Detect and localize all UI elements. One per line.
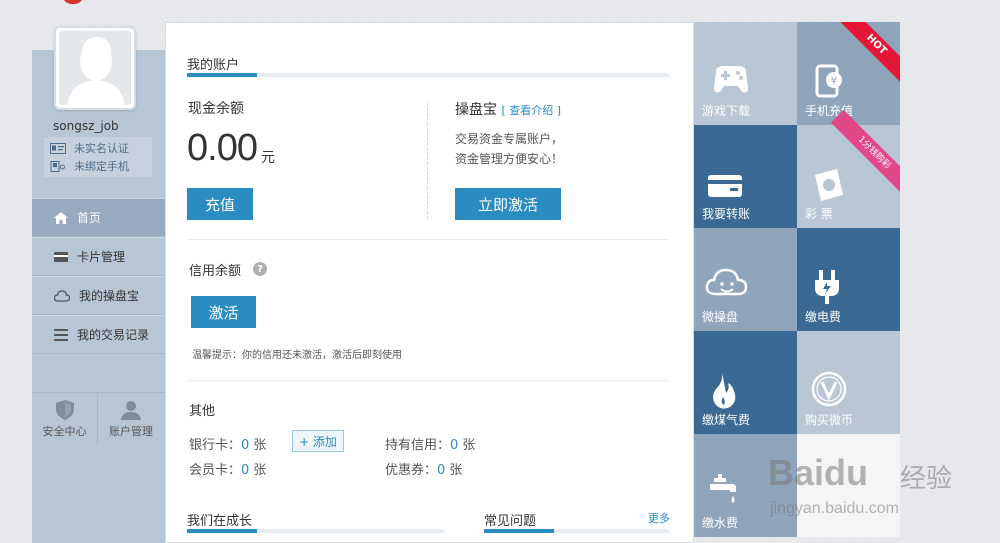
sidebar-nav: 首页 卡片管理 我的操盘宝 我的交易记录 [32,198,165,354]
sidebar-quick-links: 安全中心 账户管理 [32,392,165,445]
top-logo-fragment [62,0,84,4]
tile-label: 我要转账 [702,207,751,221]
member-card-label: 会员卡： [189,463,242,478]
recharge-button[interactable]: 充值 [187,188,253,220]
profile-card: songsz_job 未实名认证 未绑定手机 [32,26,165,199]
card-icon [54,251,68,262]
bank-card-unit: 张 [249,438,267,453]
help-icon[interactable]: ? [253,262,267,276]
default-avatar-icon [67,37,125,105]
tile-buy-micro-coin[interactable]: 购买微币 [797,331,900,434]
security-center-link[interactable]: 安全中心 [32,393,98,445]
activate-button[interactable]: 激活 [191,296,256,328]
tile-gas[interactable]: 缴煤气费 [694,331,797,434]
tile-label: 缴煤气费 [702,413,751,427]
member-card-row: 会员卡：0 张 [189,459,266,478]
shield-icon [55,399,74,420]
avatar[interactable] [54,26,136,110]
sidebar-item-label: 卡片管理 [77,250,126,264]
tile-micro-trade[interactable]: 微操盘 [694,228,797,331]
watermark-brand: Baidu [768,452,868,494]
sidebar-item-card-management[interactable]: 卡片管理 [32,237,165,276]
home-icon [54,211,68,224]
account-column-divider [427,103,428,219]
real-name-status[interactable]: 未实名认证 [50,140,129,156]
section-divider [187,239,669,240]
cloud-icon [54,289,70,302]
credit-balance-label: 信用余额 [189,264,242,279]
list-icon [54,328,68,341]
add-bank-card-button[interactable]: + 添加 [292,430,344,452]
section-divider [187,380,669,381]
activate-now-button[interactable]: 立即激活 [455,188,561,220]
credit-tip: 温馨提示：你的信用还未激活，激活后即刻使用 [192,350,402,361]
watermark-brand-bai: Bai [768,452,825,493]
sidebar-item-trade-records[interactable]: 我的交易记录 [32,315,165,354]
member-card-unit: 张 [249,463,267,478]
account-section-title: 我的账户 [187,58,240,73]
bank-card-label: 银行卡： [189,438,242,453]
svg-text:¥: ¥ [831,76,837,87]
tile-transfer[interactable]: 我要转账 [694,125,797,228]
tile-label: 彩 票 [805,207,833,221]
other-section-title: 其他 [189,404,216,419]
coupon-label: 优惠券： [385,463,438,478]
real-name-label: 未实名认证 [74,142,129,155]
watermark-brand-cn: 经验 [900,463,953,493]
growing-title-underline [187,529,444,533]
id-card-icon [50,142,66,154]
caopanbao-title: 操盘宝 [455,102,497,118]
faq-title-underline [484,529,669,533]
coupon-unit: 张 [445,463,463,478]
sidebar-item-label: 我的交易记录 [77,328,150,342]
main-panel: 我的账户 现金余额 0.00 元 充值 操盘宝 [ 查看介绍 ] 交易资金专属账… [165,22,694,543]
caopanbao-block: 操盘宝 [ 查看介绍 ] [455,99,561,119]
tile-label: 购买微币 [805,413,854,427]
sidebar-item-home[interactable]: 首页 [32,198,165,237]
tile-label: 游戏下载 [702,104,751,118]
sidebar-item-label: 我的操盘宝 [79,289,140,303]
sidebar-item-caopanbao[interactable]: 我的操盘宝 [32,276,165,315]
user-icon [121,400,141,420]
tile-label: 缴水费 [702,516,739,530]
sidebar-item-label: 首页 [77,211,102,225]
tile-game-download[interactable]: 游戏下载 [694,22,797,125]
watermark-url: jingyan.baidu.com [770,500,899,517]
cash-balance-unit: 元 [261,150,275,166]
tile-label: 微操盘 [702,310,739,324]
account-management-label: 账户管理 [109,424,153,438]
phone-bind-label: 未绑定手机 [74,160,129,173]
baidu-jingyan-watermark: Baidu 经验 jingyan.baidu.com [760,448,1000,543]
caopanbao-description: 交易资金专属账户， 资金管理方便安心！ [455,129,563,169]
bank-card-row: 银行卡：0 张 [189,434,266,453]
phone-bind-status[interactable]: 未绑定手机 [50,158,129,174]
caopanbao-desc-line-1: 交易资金专属账户， [455,132,564,146]
faq-more-link[interactable]: 更多 [648,510,670,526]
credit-held-unit: 张 [458,438,476,453]
account-management-link[interactable]: 账户管理 [98,393,164,445]
tile-electricity[interactable]: 缴电费 [797,228,900,331]
credit-held-label: 持有信用： [385,438,451,453]
username: songsz_job [53,119,119,133]
tile-mobile-recharge[interactable]: ¥ 手机充值 [797,22,900,125]
security-center-label: 安全中心 [42,424,87,438]
caopanbao-desc-line-2: 资金管理方便安心！ [455,152,564,166]
tile-label: 缴电费 [805,310,842,324]
credit-held-row: 持有信用：0 张 [385,434,475,453]
growing-section-title: 我们在成长 [187,514,253,529]
cash-balance-label: 现金余额 [188,101,244,117]
coupon-row: 优惠券：0 张 [385,459,462,478]
phone-bind-icon [50,160,66,172]
account-title-underline [187,73,669,77]
watermark-brand-du: du [824,452,869,493]
cash-balance-amount: 0.00 [187,127,258,169]
left-sidebar: songsz_job 未实名认证 未绑定手机 首页 卡片管理 我的操盘宝 我的交… [32,26,165,543]
caopanbao-intro-link[interactable]: [ 查看介绍 ] [501,104,561,117]
faq-section-title: 常见问题 [484,514,537,529]
verification-status: 未实名认证 未绑定手机 [44,137,152,177]
